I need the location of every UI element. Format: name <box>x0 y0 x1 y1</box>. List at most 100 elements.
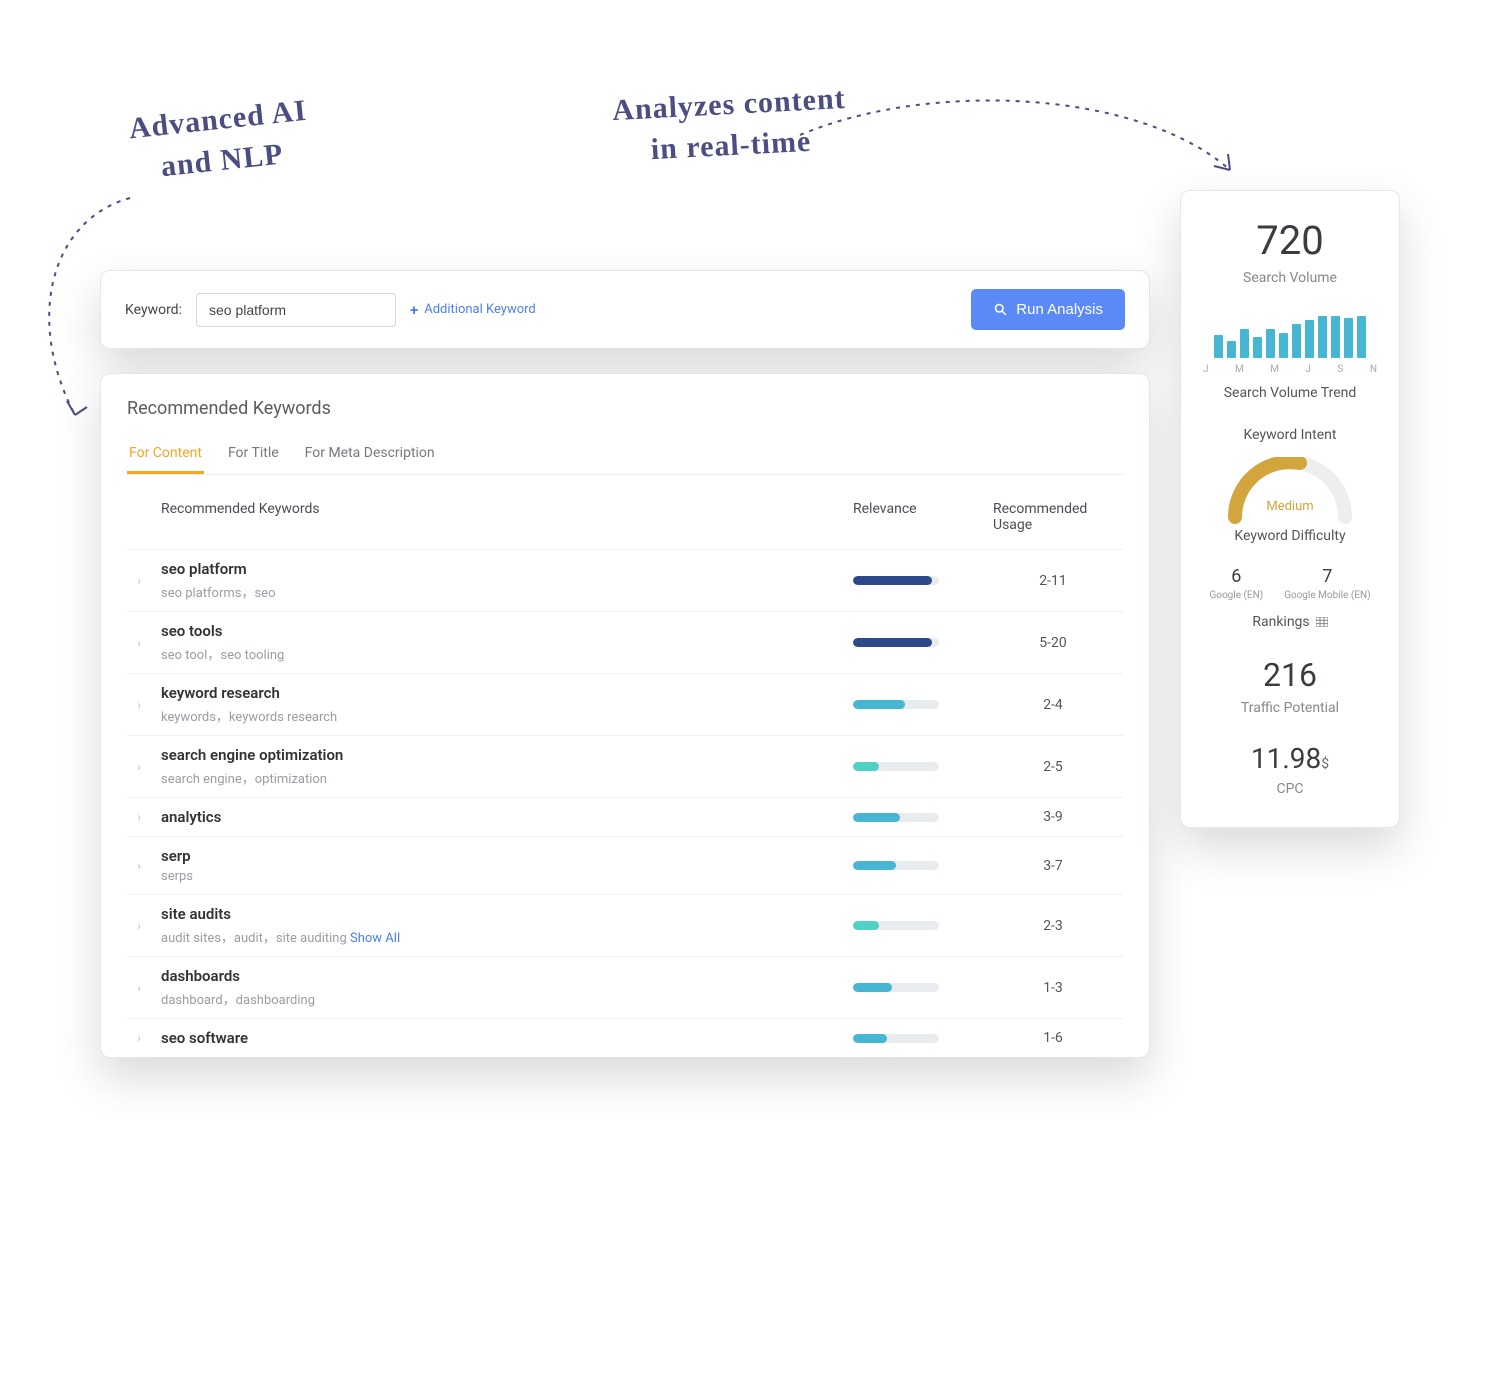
expand-row-toggle[interactable]: › <box>127 1019 151 1058</box>
table-row: ›keyword researchkeywords，keywords resea… <box>127 674 1123 736</box>
show-all-link[interactable]: Show All <box>350 931 400 946</box>
relevance-cell <box>843 895 983 957</box>
keyword-cell: seo platformseo platforms，seo <box>151 550 843 612</box>
expand-row-toggle[interactable]: › <box>127 674 151 736</box>
spark-bar <box>1227 341 1236 358</box>
usage-cell: 2-4 <box>983 674 1123 736</box>
spark-bar <box>1240 329 1249 358</box>
annotation-realtime: Analyzes contentin real-time <box>518 74 942 177</box>
month-tick: M <box>1270 364 1279 375</box>
add-keyword-label: Additional Keyword <box>424 302 536 317</box>
keyword-name: analytics <box>161 808 833 826</box>
keyword-name: seo tools <box>161 622 833 640</box>
keyword-name: dashboards <box>161 967 833 985</box>
keyword-synonyms: keywords，keywords research <box>161 706 833 725</box>
table-icon <box>1316 617 1328 627</box>
add-keyword-link[interactable]: + Additional Keyword <box>410 301 536 319</box>
table-row: ›seo platformseo platforms，seo 2-11 <box>127 550 1123 612</box>
traffic-potential-value: 216 <box>1199 656 1381 694</box>
table-row: › seo software 1-6 <box>127 1019 1123 1058</box>
usage-cell: 1-6 <box>983 1019 1123 1058</box>
expand-row-toggle[interactable]: › <box>127 798 151 837</box>
tab-for-meta[interactable]: For Meta Description <box>303 435 437 474</box>
month-tick: M <box>1235 364 1244 375</box>
table-row: › dashboards dashboard，dashboarding 1-3 <box>127 957 1123 1019</box>
keyword-synonyms: dashboard，dashboarding <box>161 989 833 1008</box>
expand-row-toggle[interactable]: › <box>127 612 151 674</box>
recommended-keywords-panel: Recommended Keywords For Content For Tit… <box>100 373 1150 1058</box>
spark-bar <box>1279 333 1288 358</box>
usage-cell: 1-3 <box>983 957 1123 1019</box>
col-relevance: Relevance <box>843 485 983 550</box>
keyword-cell: keyword researchkeywords，keywords resear… <box>151 674 843 736</box>
spark-bar <box>1266 329 1275 358</box>
usage-cell: 2-11 <box>983 550 1123 612</box>
keyword-synonyms: audit sites，audit，site auditing Show All <box>161 927 833 946</box>
tabs: For Content For Title For Meta Descripti… <box>127 435 1123 475</box>
month-tick: N <box>1370 364 1377 375</box>
spark-bar <box>1357 316 1366 358</box>
spark-bar <box>1331 316 1340 358</box>
keyword-synonyms: search engine，optimization <box>161 768 833 787</box>
relevance-cell <box>843 837 983 895</box>
spark-bar <box>1318 316 1327 358</box>
keyword-intent-label: Keyword Intent <box>1199 427 1381 443</box>
usage-cell: 2-5 <box>983 736 1123 798</box>
spark-bar <box>1292 324 1301 358</box>
rank-gmobile-label: Google Mobile (EN) <box>1284 589 1370 602</box>
expand-row-toggle[interactable]: › <box>127 957 151 1019</box>
search-icon <box>993 302 1008 317</box>
plus-icon: + <box>410 301 418 319</box>
keyword-cell: seo tools seo tool，seo tooling <box>151 612 843 674</box>
relevance-cell <box>843 1019 983 1058</box>
keyword-cell: serp serps <box>151 837 843 895</box>
tab-for-title[interactable]: For Title <box>226 435 281 474</box>
keyword-search-bar: Keyword: + Additional Keyword Run Analys… <box>100 270 1150 349</box>
table-row: ›serpserps3-7 <box>127 837 1123 895</box>
table-row: ›site auditsaudit sites，audit，site audit… <box>127 895 1123 957</box>
col-usage: Recommended Usage <box>983 485 1123 550</box>
keyword-cell: seo software <box>151 1019 843 1058</box>
keyword-label: Keyword: <box>125 302 182 318</box>
trend-months: JMMJSN <box>1203 364 1377 375</box>
keyword-synonyms: seo tool，seo tooling <box>161 644 833 663</box>
relevance-cell <box>843 798 983 837</box>
keyword-difficulty-label: Keyword Difficulty <box>1199 528 1381 544</box>
spark-bar <box>1253 337 1262 358</box>
cpc-value: 11.98$ <box>1199 742 1381 775</box>
search-volume-value: 720 <box>1199 217 1381 264</box>
usage-cell: 2-3 <box>983 895 1123 957</box>
trend-label: Search Volume Trend <box>1199 385 1381 401</box>
tab-for-content[interactable]: For Content <box>127 435 204 474</box>
usage-cell: 5-20 <box>983 612 1123 674</box>
expand-row-toggle[interactable]: › <box>127 550 151 612</box>
keyword-synonyms: serps <box>161 869 833 884</box>
keyword-metrics-panel: 720 Search Volume JMMJSN Search Volume T… <box>1180 190 1400 828</box>
run-analysis-button[interactable]: Run Analysis <box>971 289 1125 330</box>
keywords-table: Recommended Keywords Relevance Recommend… <box>127 485 1123 1057</box>
search-volume-label: Search Volume <box>1199 270 1381 286</box>
relevance-cell <box>843 674 983 736</box>
spark-bar <box>1344 318 1353 358</box>
keyword-name: serp <box>161 847 833 865</box>
expand-row-toggle[interactable]: › <box>127 736 151 798</box>
keyword-input[interactable] <box>196 293 396 327</box>
col-keywords: Recommended Keywords <box>151 485 843 550</box>
keyword-name: search engine optimization <box>161 746 833 764</box>
month-tick: J <box>1305 364 1311 375</box>
relevance-cell <box>843 736 983 798</box>
table-row: › seo tools seo tool，seo tooling 5-20 <box>127 612 1123 674</box>
relevance-cell <box>843 957 983 1019</box>
spark-bar <box>1214 335 1223 358</box>
keyword-name: seo software <box>161 1029 833 1047</box>
panel-title: Recommended Keywords <box>127 398 1123 419</box>
expand-row-toggle[interactable]: › <box>127 895 151 957</box>
rank-gmobile-value: 7 <box>1284 566 1370 587</box>
intent-gauge: Medium <box>1199 457 1381 514</box>
table-row: ›analytics3-9 <box>127 798 1123 837</box>
expand-row-toggle[interactable]: › <box>127 837 151 895</box>
keyword-cell: analytics <box>151 798 843 837</box>
rank-google-label: Google (EN) <box>1209 589 1263 602</box>
rankings-label: Rankings <box>1199 614 1381 630</box>
trend-sparkbars <box>1199 312 1381 358</box>
